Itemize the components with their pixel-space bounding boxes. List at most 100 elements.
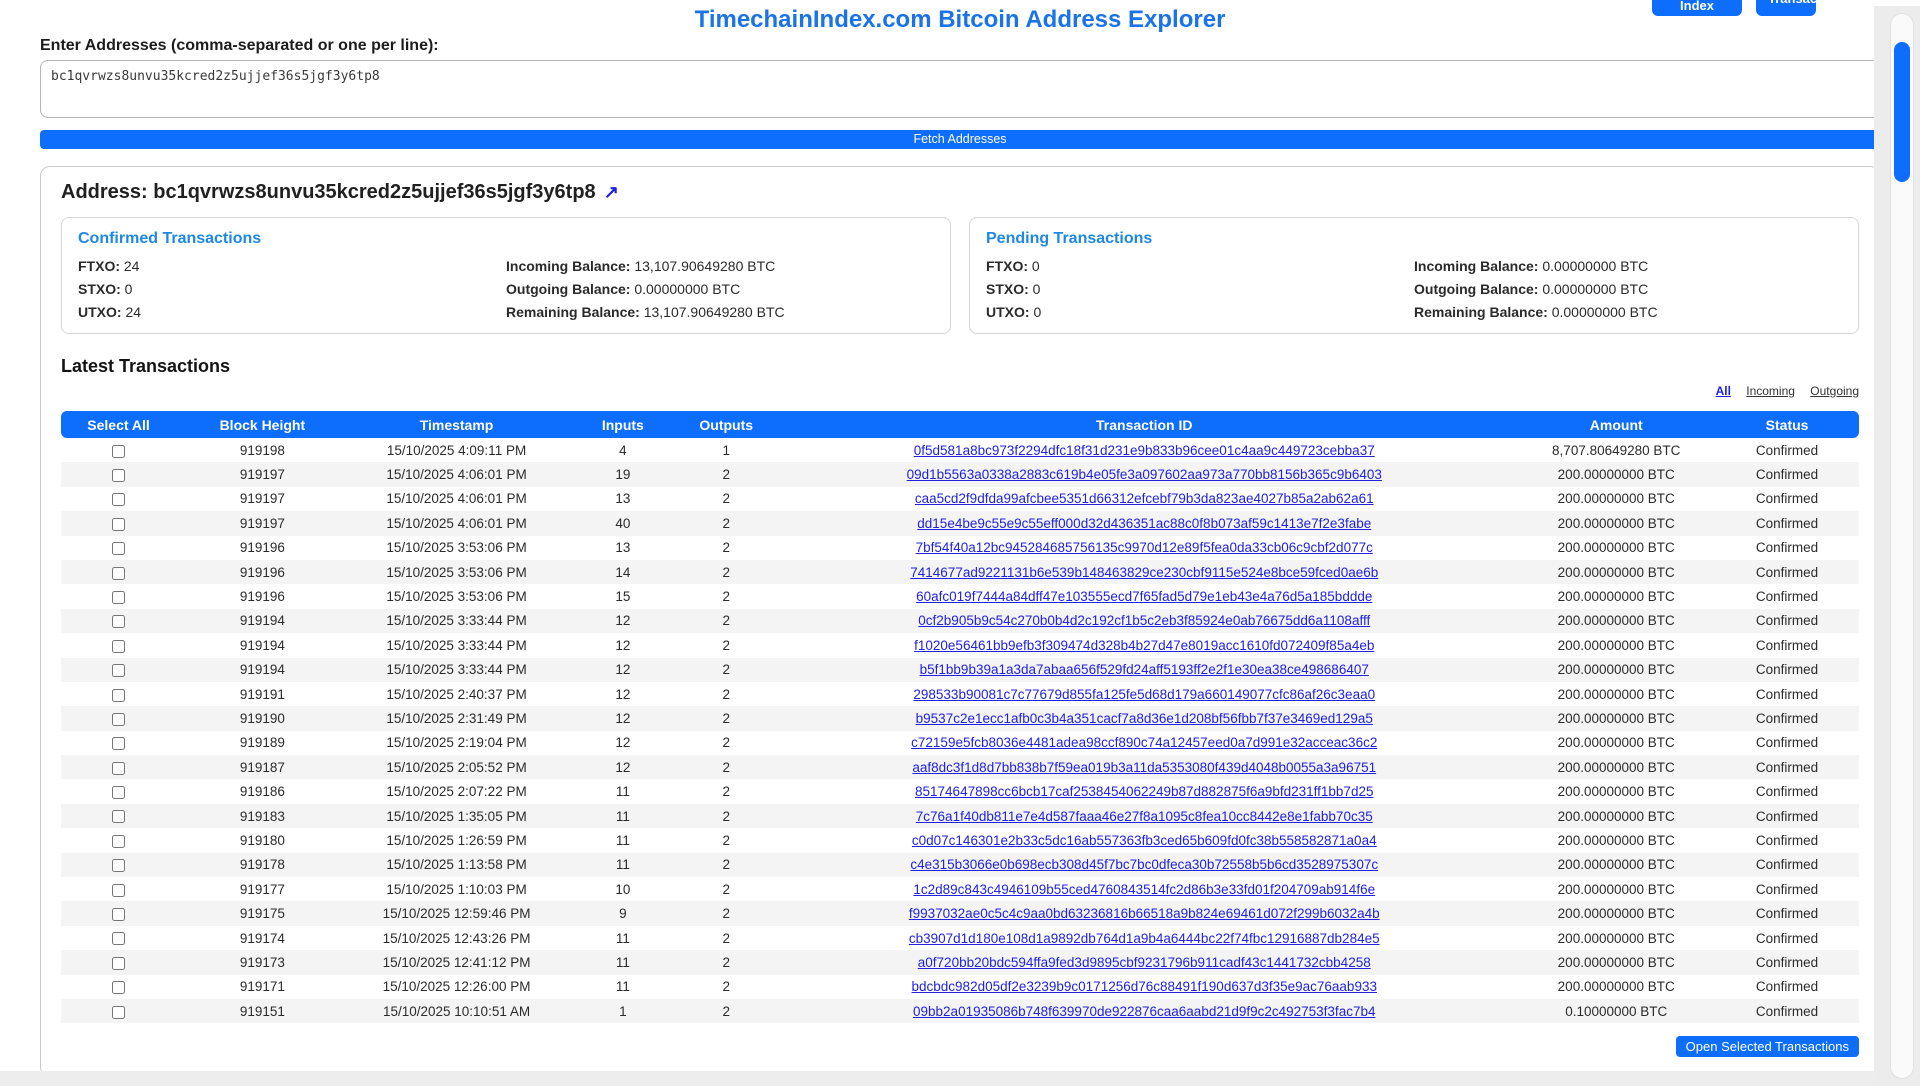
select-transaction-checkbox[interactable] xyxy=(112,810,125,823)
filter-incoming-link[interactable]: Incoming xyxy=(1746,384,1795,398)
transaction-id-link[interactable]: f1020e56461bb9efb3f309474d328b4b27d47e80… xyxy=(914,638,1374,653)
transaction-id-link[interactable]: 09bb2a01935086b748f639970de922876caa6aab… xyxy=(913,1004,1375,1019)
outputs-cell: 2 xyxy=(681,975,771,999)
status-cell: Confirmed xyxy=(1715,682,1859,706)
open-selected-transactions-button[interactable]: Open Selected Transactions xyxy=(1676,1036,1859,1057)
txid-cell: bdcbdc982d05df2e3239b9c0171256d76c88491f… xyxy=(771,975,1517,999)
select-transaction-checkbox[interactable] xyxy=(112,689,125,702)
block-height-cell: 919198 xyxy=(176,438,349,462)
transaction-id-link[interactable]: 1c2d89c843c4946109b55ced4760843514fc2d86… xyxy=(913,882,1375,897)
col-header-timestamp: Timestamp xyxy=(349,411,565,438)
filter-outgoing-link[interactable]: Outgoing xyxy=(1810,384,1859,398)
select-transaction-checkbox[interactable] xyxy=(112,835,125,848)
transaction-id-link[interactable]: 7c76a1f40db811e7e4d587faaa46e27f8a1095c8… xyxy=(916,809,1373,824)
scrollbar-track[interactable] xyxy=(1890,13,1914,1079)
transaction-id-link[interactable]: c0d07c146301e2b33c5dc16ab557363fb3ced65b… xyxy=(912,833,1377,848)
txid-cell: 09d1b5563a0338a2883c619b4e05fe3a097602aa… xyxy=(771,462,1517,486)
select-cell xyxy=(61,682,176,706)
filter-all-link[interactable]: All xyxy=(1716,384,1731,398)
outputs-cell: 2 xyxy=(681,804,771,828)
inputs-cell: 40 xyxy=(564,511,681,535)
select-cell xyxy=(61,828,176,852)
transaction-id-link[interactable]: 85174647898cc6bcb17caf2538454062249b87d8… xyxy=(915,784,1373,799)
transaction-id-link[interactable]: b9537c2e1ecc1afb0c3b4a351cacf7a8d36e1d20… xyxy=(916,711,1373,726)
select-transaction-checkbox[interactable] xyxy=(112,786,125,799)
block-height-cell: 919194 xyxy=(176,658,349,682)
scrollbar-thumb[interactable] xyxy=(1894,42,1910,182)
outputs-cell: 1 xyxy=(681,438,771,462)
transaction-row: 91918915/10/2025 2:19:04 PM122c72159e5fc… xyxy=(61,731,1859,755)
transaction-id-link[interactable]: b5f1bb9b39a1a3da7abaa656f529fd24aff5193f… xyxy=(920,662,1369,677)
addresses-input[interactable] xyxy=(40,60,1880,118)
transaction-id-link[interactable]: 298533b90081c7c77679d855fa125fe5d68d179a… xyxy=(913,687,1375,702)
transaction-id-link[interactable]: 0cf2b905b9c54c270b0b4d2c192cf1b5c2eb3f85… xyxy=(918,613,1370,628)
transaction-id-link[interactable]: bdcbdc982d05df2e3239b9c0171256d76c88491f… xyxy=(912,979,1377,994)
select-transaction-checkbox[interactable] xyxy=(112,493,125,506)
select-transaction-checkbox[interactable] xyxy=(112,957,125,970)
select-transaction-checkbox[interactable] xyxy=(112,469,125,482)
select-transaction-checkbox[interactable] xyxy=(112,932,125,945)
nav-transactions-button[interactable]: Transactions xyxy=(1756,0,1816,16)
select-transaction-checkbox[interactable] xyxy=(112,713,125,726)
confirmed-incoming-balance: Incoming Balance: 13,107.90649280 BTC xyxy=(506,257,934,276)
amount-cell: 200.00000000 BTC xyxy=(1517,731,1715,755)
select-transaction-checkbox[interactable] xyxy=(112,640,125,653)
transaction-id-link[interactable]: 09d1b5563a0338a2883c619b4e05fe3a097602aa… xyxy=(907,467,1382,482)
select-transaction-checkbox[interactable] xyxy=(112,542,125,555)
txid-cell: 0cf2b905b9c54c270b0b4d2c192cf1b5c2eb3f85… xyxy=(771,609,1517,633)
status-cell: Confirmed xyxy=(1715,511,1859,535)
block-height-cell: 919190 xyxy=(176,706,349,730)
transaction-row: 91917315/10/2025 12:41:12 PM112a0f720bb2… xyxy=(61,950,1859,974)
status-cell: Confirmed xyxy=(1715,584,1859,608)
incoming-balance-label: Incoming Balance: xyxy=(506,258,630,274)
status-cell: Confirmed xyxy=(1715,901,1859,925)
fetch-addresses-button[interactable]: Fetch Addresses xyxy=(40,130,1880,149)
select-transaction-checkbox[interactable] xyxy=(112,1006,125,1019)
timestamp-cell: 15/10/2025 4:06:01 PM xyxy=(349,487,565,511)
pending-outgoing-balance: Outgoing Balance: 0.00000000 BTC xyxy=(1414,280,1842,299)
col-header-amount: Amount xyxy=(1517,411,1715,438)
select-transaction-checkbox[interactable] xyxy=(112,908,125,921)
transaction-id-link[interactable]: aaf8dc3f1d8d7bb838b7f59ea019b3a11da53530… xyxy=(912,760,1376,775)
select-transaction-checkbox[interactable] xyxy=(112,981,125,994)
select-transaction-checkbox[interactable] xyxy=(112,615,125,628)
transaction-id-link[interactable]: 7bf54f40a12bc945284685756135c9970d12e89f… xyxy=(916,540,1373,555)
incoming-balance-value: 13,107.90649280 BTC xyxy=(634,258,775,274)
status-cell: Confirmed xyxy=(1715,658,1859,682)
transaction-id-link[interactable]: c4e315b3066e0b698ecb308d45f7bc7bc0dfeca3… xyxy=(910,857,1378,872)
txid-cell: c72159e5fcb8036e4481adea98ccf890c74a1245… xyxy=(771,731,1517,755)
timestamp-cell: 15/10/2025 2:40:37 PM xyxy=(349,682,565,706)
transaction-id-link[interactable]: dd15e4be9c55e9c55eff000d32d436351ac88c0f… xyxy=(917,516,1371,531)
select-cell xyxy=(61,706,176,730)
select-transaction-checkbox[interactable] xyxy=(112,567,125,580)
select-transaction-checkbox[interactable] xyxy=(112,591,125,604)
select-transaction-checkbox[interactable] xyxy=(112,859,125,872)
transaction-id-link[interactable]: a0f720bb20bdc594ffa9fed3d9895cbf9231796b… xyxy=(918,955,1371,970)
select-cell xyxy=(61,584,176,608)
transaction-id-link[interactable]: 7414677ad9221131b6e539b148463829ce230cbf… xyxy=(910,565,1378,580)
transaction-id-link[interactable]: f9937032ae0c5c4c9aa0bd63236816b66518a9b8… xyxy=(909,906,1380,921)
outputs-cell: 2 xyxy=(681,682,771,706)
select-transaction-checkbox[interactable] xyxy=(112,518,125,531)
table-header-row: Select All Block Height Timestamp Inputs… xyxy=(61,411,1859,438)
outputs-cell: 2 xyxy=(681,731,771,755)
select-transaction-checkbox[interactable] xyxy=(112,884,125,897)
select-transaction-checkbox[interactable] xyxy=(112,737,125,750)
amount-cell: 200.00000000 BTC xyxy=(1517,975,1715,999)
select-transaction-checkbox[interactable] xyxy=(112,664,125,677)
transaction-row: 91918715/10/2025 2:05:52 PM122aaf8dc3f1d… xyxy=(61,755,1859,779)
transaction-id-link[interactable]: caa5cd2f9dfda99afcbee5351d66312efcebf79b… xyxy=(915,491,1374,506)
transaction-row: 91918315/10/2025 1:35:05 PM1127c76a1f40d… xyxy=(61,804,1859,828)
timestamp-cell: 15/10/2025 10:10:51 AM xyxy=(349,999,565,1023)
transaction-id-link[interactable]: 0f5d581a8bc973f2294dfc18f31d231e9b833b96… xyxy=(914,443,1375,458)
select-transaction-checkbox[interactable] xyxy=(112,762,125,775)
select-cell xyxy=(61,511,176,535)
external-link-icon[interactable]: ↗ xyxy=(604,182,619,202)
transaction-id-link[interactable]: c72159e5fcb8036e4481adea98ccf890c74a1245… xyxy=(911,735,1377,750)
select-transaction-checkbox[interactable] xyxy=(112,445,125,458)
nav-timechain-index-button[interactable]: Timechain Index xyxy=(1652,0,1742,16)
transaction-id-link[interactable]: cb3907d1d180e108d1a9892db764d1a9b4a6444b… xyxy=(909,931,1380,946)
transaction-id-link[interactable]: 60afc019f7444a84dff47e103555ecd7f65fad5d… xyxy=(916,589,1372,604)
timestamp-cell: 15/10/2025 2:19:04 PM xyxy=(349,731,565,755)
inputs-cell: 12 xyxy=(564,658,681,682)
